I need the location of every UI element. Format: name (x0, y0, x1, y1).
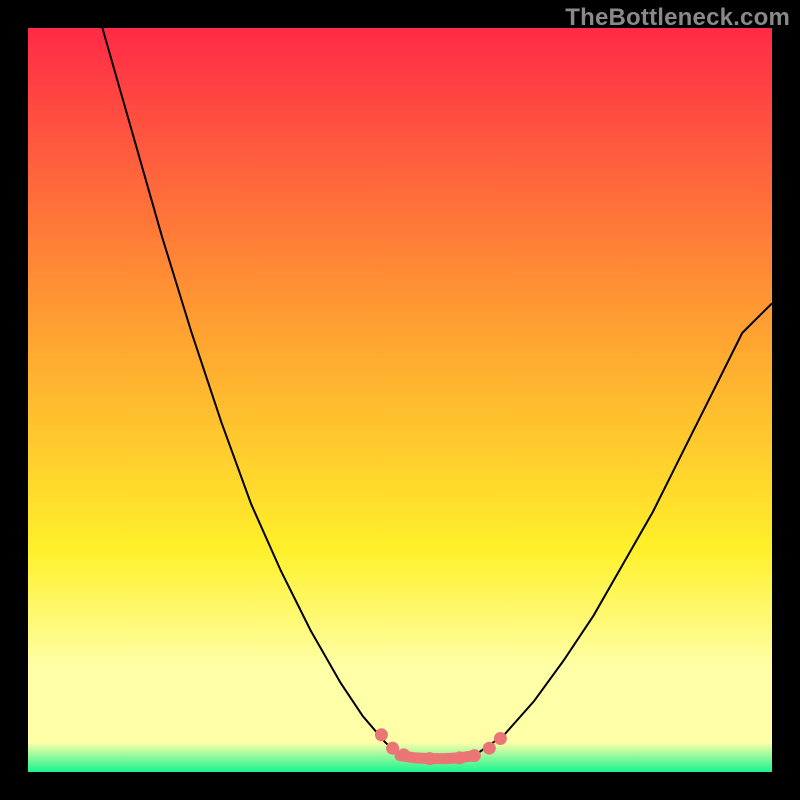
gradient-background (28, 28, 772, 772)
marker-dot (494, 732, 507, 745)
marker-dot (468, 749, 481, 762)
marker-dot (423, 752, 436, 765)
chart-svg (28, 28, 772, 772)
marker-dot (375, 728, 388, 741)
marker-dot (483, 742, 496, 755)
marker-dot (397, 748, 410, 761)
chart-frame: TheBottleneck.com (0, 0, 800, 800)
plot-area (28, 28, 772, 772)
marker-dot (453, 751, 466, 764)
marker-dot (386, 742, 399, 755)
